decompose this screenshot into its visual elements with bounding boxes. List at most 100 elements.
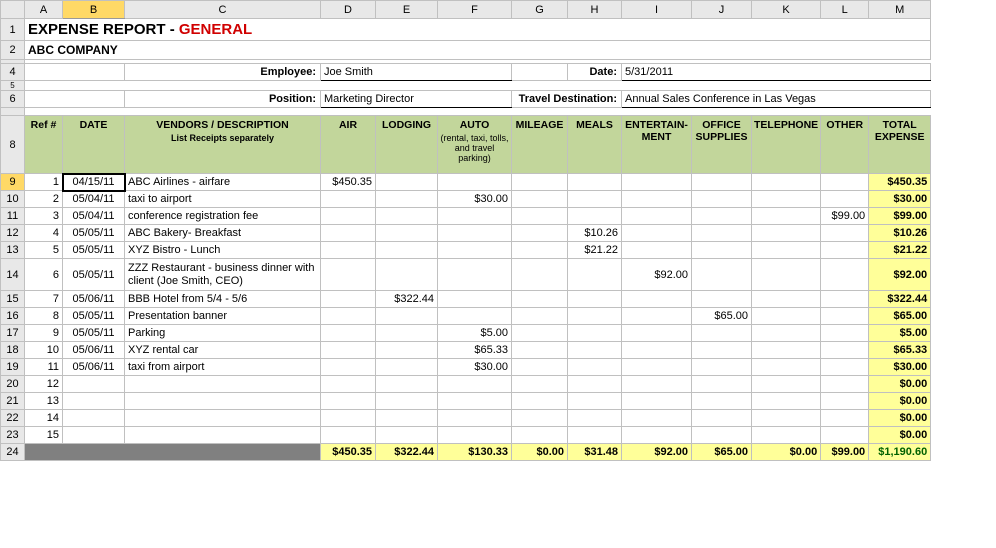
cell-other-row18[interactable] xyxy=(821,342,869,359)
cell-mileage-row21[interactable] xyxy=(512,393,568,410)
cell-total-row22[interactable]: $0.00 xyxy=(869,410,931,427)
cell-office-row15[interactable] xyxy=(692,291,752,308)
cell-air-row13[interactable] xyxy=(321,242,376,259)
cell-total-row9[interactable]: $450.35 xyxy=(869,174,931,191)
cell-date-row9[interactable]: 04/15/11 xyxy=(63,174,125,191)
cell-telephone-row14[interactable] xyxy=(752,259,821,291)
cell-auto-row22[interactable] xyxy=(438,410,512,427)
th-mileage[interactable]: MILEAGE xyxy=(512,116,568,174)
cell-office-row11[interactable] xyxy=(692,208,752,225)
row-header-2[interactable]: 2 xyxy=(1,41,25,60)
cell-auto-row20[interactable] xyxy=(438,376,512,393)
cell-ref-row11[interactable]: 3 xyxy=(25,208,63,225)
cell-office-row17[interactable] xyxy=(692,325,752,342)
field-date[interactable]: 5/31/2011 xyxy=(622,64,931,81)
cell-total-row13[interactable]: $21.22 xyxy=(869,242,931,259)
row-header-9[interactable]: 9 xyxy=(1,174,25,191)
col-header-A[interactable]: A xyxy=(25,1,63,19)
cell-vendor-row23[interactable] xyxy=(125,427,321,444)
row-header-22[interactable]: 22 xyxy=(1,410,25,427)
cell-telephone-row18[interactable] xyxy=(752,342,821,359)
field-position[interactable]: Marketing Director xyxy=(321,91,512,108)
cell-date-row23[interactable] xyxy=(63,427,125,444)
row-header-1[interactable]: 1 xyxy=(1,19,25,41)
cell-ref-row10[interactable]: 2 xyxy=(25,191,63,208)
cell-air-row16[interactable] xyxy=(321,308,376,325)
cell-ref-row13[interactable]: 5 xyxy=(25,242,63,259)
field-employee[interactable]: Joe Smith xyxy=(321,64,512,81)
cell-total-row17[interactable]: $5.00 xyxy=(869,325,931,342)
cell-mileage-row20[interactable] xyxy=(512,376,568,393)
company-cell[interactable]: ABC COMPANY xyxy=(25,41,931,60)
cell-other-row19[interactable] xyxy=(821,359,869,376)
cell-vendor-row16[interactable]: Presentation banner xyxy=(125,308,321,325)
cell-auto-row19[interactable]: $30.00 xyxy=(438,359,512,376)
total-other[interactable]: $99.00 xyxy=(821,444,869,461)
cell-total-row18[interactable]: $65.33 xyxy=(869,342,931,359)
row-header-12[interactable]: 12 xyxy=(1,225,25,242)
cell-auto-row12[interactable] xyxy=(438,225,512,242)
cell-vendor-row21[interactable] xyxy=(125,393,321,410)
cell-vendor-row12[interactable]: ABC Bakery- Breakfast xyxy=(125,225,321,242)
cell-entertain-row11[interactable] xyxy=(622,208,692,225)
cell-total-row16[interactable]: $65.00 xyxy=(869,308,931,325)
cell-other-row9[interactable] xyxy=(821,174,869,191)
cell-other-row11[interactable]: $99.00 xyxy=(821,208,869,225)
cell-mileage-row12[interactable] xyxy=(512,225,568,242)
total-mileage[interactable]: $0.00 xyxy=(512,444,568,461)
cell-meals-row19[interactable] xyxy=(568,359,622,376)
cell-total-row14[interactable]: $92.00 xyxy=(869,259,931,291)
cell-mileage-row19[interactable] xyxy=(512,359,568,376)
row-header-17[interactable]: 17 xyxy=(1,325,25,342)
cell-ref-row21[interactable]: 13 xyxy=(25,393,63,410)
cell-meals-row23[interactable] xyxy=(568,427,622,444)
cell-vendor-row9[interactable]: ABC Airlines - airfare xyxy=(125,174,321,191)
col-header-I[interactable]: I xyxy=(622,1,692,19)
cell-lodging-row15[interactable]: $322.44 xyxy=(376,291,438,308)
cell-ref-row22[interactable]: 14 xyxy=(25,410,63,427)
cell-entertain-row16[interactable] xyxy=(622,308,692,325)
row-header-18[interactable]: 18 xyxy=(1,342,25,359)
cell-meals-row17[interactable] xyxy=(568,325,622,342)
cell-date-row18[interactable]: 05/06/11 xyxy=(63,342,125,359)
cell-telephone-row10[interactable] xyxy=(752,191,821,208)
cell-date-row21[interactable] xyxy=(63,393,125,410)
cell-air-row20[interactable] xyxy=(321,376,376,393)
cell-auto-row13[interactable] xyxy=(438,242,512,259)
cell-meals-row10[interactable] xyxy=(568,191,622,208)
cell-lodging-row9[interactable] xyxy=(376,174,438,191)
col-header-K[interactable]: K xyxy=(752,1,821,19)
cell-total-row20[interactable]: $0.00 xyxy=(869,376,931,393)
cell-lodging-row21[interactable] xyxy=(376,393,438,410)
th-ref[interactable]: Ref # xyxy=(25,116,63,174)
cell-office-row23[interactable] xyxy=(692,427,752,444)
cell-entertain-row14[interactable]: $92.00 xyxy=(622,259,692,291)
cell-vendor-row17[interactable]: Parking xyxy=(125,325,321,342)
cell-telephone-row11[interactable] xyxy=(752,208,821,225)
row-header-13[interactable]: 13 xyxy=(1,242,25,259)
cell-telephone-row15[interactable] xyxy=(752,291,821,308)
cell-mileage-row17[interactable] xyxy=(512,325,568,342)
cell-mileage-row16[interactable] xyxy=(512,308,568,325)
th-auto[interactable]: AUTO (rental, taxi, tolls, and travel pa… xyxy=(438,116,512,174)
col-header-E[interactable]: E xyxy=(376,1,438,19)
cell-telephone-row16[interactable] xyxy=(752,308,821,325)
cell-air-row9[interactable]: $450.35 xyxy=(321,174,376,191)
cell-air-row19[interactable] xyxy=(321,359,376,376)
cell-auto-row15[interactable] xyxy=(438,291,512,308)
cell-other-row14[interactable] xyxy=(821,259,869,291)
cell-other-row13[interactable] xyxy=(821,242,869,259)
title-cell[interactable]: EXPENSE REPORT - GENERAL xyxy=(25,19,931,41)
cell-lodging-row22[interactable] xyxy=(376,410,438,427)
cell-entertain-row9[interactable] xyxy=(622,174,692,191)
cell-total-row15[interactable]: $322.44 xyxy=(869,291,931,308)
th-other[interactable]: OTHER xyxy=(821,116,869,174)
cell-total-row11[interactable]: $99.00 xyxy=(869,208,931,225)
cell-telephone-row17[interactable] xyxy=(752,325,821,342)
select-all-corner[interactable] xyxy=(1,1,25,19)
cell-telephone-row13[interactable] xyxy=(752,242,821,259)
cell-entertain-row13[interactable] xyxy=(622,242,692,259)
cell-other-row21[interactable] xyxy=(821,393,869,410)
cell-other-row10[interactable] xyxy=(821,191,869,208)
cell-ref-row9[interactable]: 1 xyxy=(25,174,63,191)
